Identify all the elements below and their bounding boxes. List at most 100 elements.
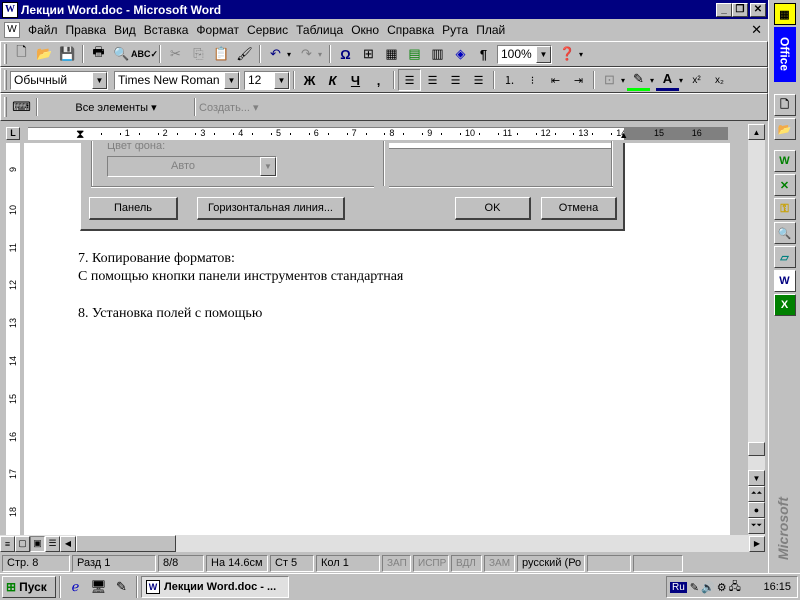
tab-selector-icon[interactable]: L bbox=[6, 127, 20, 140]
drawing-icon[interactable]: ◈ bbox=[449, 43, 472, 65]
ruler-scale[interactable]: 1234567891011121314151617⧗▲151617 bbox=[28, 127, 728, 140]
vertical-ruler-scale[interactable]: 9 10 11 12 13 14 15 16 17 18 bbox=[6, 143, 20, 535]
background-color-select[interactable]: Авто ▼ bbox=[107, 156, 277, 177]
symbol-omega-icon[interactable]: Ω bbox=[334, 43, 357, 65]
scroll-thumb[interactable] bbox=[748, 442, 765, 456]
toolbar-grip[interactable] bbox=[4, 44, 7, 64]
menu-view[interactable]: Вид bbox=[110, 19, 140, 41]
ok-button[interactable]: OK bbox=[455, 197, 531, 220]
excel-app-icon[interactable]: X bbox=[773, 294, 796, 316]
vertical-scrollbar[interactable]: ▲ ▼ ⏶⏶ ● ⏷⏷ bbox=[748, 124, 765, 536]
select-browse-object-icon[interactable]: ● bbox=[748, 502, 765, 518]
restore-button[interactable]: ❐ bbox=[732, 2, 748, 17]
document-icon[interactable]: W bbox=[4, 22, 20, 38]
bulleted-list-icon[interactable]: ⁝ bbox=[521, 69, 544, 91]
outline-view-icon[interactable]: ☰ bbox=[45, 535, 60, 552]
scroll-down-icon[interactable]: ▼ bbox=[748, 470, 765, 486]
create-button[interactable]: Создать... ▾ bbox=[199, 101, 267, 114]
web-layout-icon[interactable]: ▢ bbox=[15, 535, 30, 552]
all-elements-button[interactable]: Все элементы ▾ bbox=[41, 101, 191, 114]
office-label[interactable]: Office bbox=[773, 27, 796, 82]
horizontal-scrollbar[interactable]: ≡ ▢ ▣ ☰ ◀ ▶ bbox=[0, 535, 765, 552]
word-app-icon[interactable]: W bbox=[773, 270, 796, 292]
italic-button[interactable]: К bbox=[321, 69, 344, 91]
menu-file[interactable]: Файл bbox=[24, 19, 62, 41]
doc-close-icon[interactable]: ✕ bbox=[751, 22, 768, 38]
undo-dropdown-icon[interactable]: ▾ bbox=[287, 50, 295, 59]
align-center-icon[interactable]: ☰ bbox=[421, 69, 444, 91]
next-page-icon[interactable]: ⏷⏷ bbox=[748, 518, 765, 534]
new-document-icon[interactable]: 🗋 bbox=[10, 43, 33, 65]
office-logo-icon[interactable]: ▦ bbox=[773, 3, 796, 25]
menu-insert[interactable]: Вставка bbox=[140, 19, 193, 41]
columns-icon[interactable]: ▥ bbox=[426, 43, 449, 65]
toolbar-grip[interactable] bbox=[4, 70, 7, 90]
clock[interactable]: 16:15 bbox=[763, 581, 791, 593]
chevron-down-icon[interactable]: ▼ bbox=[224, 71, 239, 89]
format-painter-icon[interactable]: 🖌 bbox=[233, 43, 256, 65]
minimize-button[interactable]: _ bbox=[716, 2, 732, 17]
menu-edit[interactable]: Правка bbox=[62, 19, 111, 41]
align-justify-icon[interactable]: ☰ bbox=[467, 69, 490, 91]
note-shortcut-icon[interactable]: ▱ bbox=[773, 246, 796, 268]
tables-borders-icon[interactable]: ▦ bbox=[380, 43, 403, 65]
zoom-select[interactable]: 100% ▼ bbox=[497, 44, 552, 64]
start-button[interactable]: ⊞ Пуск bbox=[2, 576, 56, 598]
bold-button[interactable]: Ж bbox=[298, 69, 321, 91]
new-document-shortcut-icon[interactable]: 🗋 bbox=[773, 94, 796, 116]
decrease-indent-icon[interactable]: ⇤ bbox=[544, 69, 567, 91]
previous-page-icon[interactable]: ⏶⏶ bbox=[748, 486, 765, 502]
insert-excel-icon[interactable]: ▤ bbox=[403, 43, 426, 65]
status-overtype[interactable]: ЗАМ bbox=[484, 554, 515, 572]
tray-volume-icon[interactable]: 🔊 bbox=[701, 581, 715, 594]
open-document-shortcut-icon[interactable]: 📂 bbox=[773, 118, 796, 140]
status-extend[interactable]: ВДЛ bbox=[451, 554, 482, 572]
subscript-icon[interactable]: x₂ bbox=[708, 69, 731, 91]
menu-table[interactable]: Таблица bbox=[292, 19, 347, 41]
horizontal-scroll-track[interactable] bbox=[76, 535, 749, 552]
chevron-down-icon[interactable]: ▼ bbox=[274, 71, 289, 89]
panel-button[interactable]: Панель bbox=[89, 197, 178, 220]
indent-marker[interactable]: ⧗ bbox=[76, 128, 84, 140]
quick-launch-icon[interactable]: ✎ bbox=[110, 576, 133, 598]
ie-icon[interactable]: ℯ bbox=[64, 576, 87, 598]
status-record[interactable]: ЗАП bbox=[382, 554, 411, 572]
doc-line-margins[interactable]: 8. Установка полей с помощью bbox=[78, 306, 262, 322]
undo-icon[interactable]: ↶ bbox=[264, 43, 287, 65]
borders-icon[interactable]: ⊡ bbox=[598, 69, 621, 91]
underline-button[interactable]: Ч bbox=[344, 69, 367, 91]
style-select[interactable]: Обычный ▼ bbox=[10, 70, 108, 90]
word-shortcut-icon[interactable]: W bbox=[773, 150, 796, 172]
doc-line-copy-formats[interactable]: 7. Копирование форматов: bbox=[78, 251, 235, 267]
print-icon[interactable]: 🖶 bbox=[87, 43, 110, 65]
more-buttons-icon[interactable]: ▾ bbox=[579, 50, 587, 59]
doc-line-toolbar-button[interactable]: С помощью кнопки панели инструментов ста… bbox=[78, 269, 403, 285]
align-right-icon[interactable]: ☰ bbox=[444, 69, 467, 91]
spelling-icon[interactable]: ABC✓ bbox=[131, 43, 158, 65]
tray-network-icon[interactable]: 🖧 bbox=[729, 578, 741, 597]
menu-help[interactable]: Справка bbox=[383, 19, 438, 41]
search-shortcut-icon[interactable]: 🔍 bbox=[773, 222, 796, 244]
superscript-icon[interactable]: x² bbox=[685, 69, 708, 91]
chevron-down-icon[interactable]: ▼ bbox=[260, 157, 276, 176]
excel-shortcut-icon[interactable]: ✕ bbox=[773, 174, 796, 196]
font-size-select[interactable]: 12 ▼ bbox=[244, 70, 290, 90]
redo-dropdown-icon[interactable]: ▾ bbox=[318, 50, 326, 59]
horizontal-scroll-thumb[interactable] bbox=[76, 535, 176, 552]
scroll-right-icon[interactable]: ▶ bbox=[749, 535, 765, 552]
toolbar-grip[interactable] bbox=[4, 97, 7, 117]
scroll-left-icon[interactable]: ◀ bbox=[60, 535, 76, 552]
normal-view-icon[interactable]: ≡ bbox=[0, 535, 15, 552]
word-doc-icon[interactable]: W bbox=[2, 2, 18, 18]
redo-icon[interactable]: ↷ bbox=[295, 43, 318, 65]
close-button[interactable]: ✕ bbox=[750, 2, 766, 17]
print-layout-icon[interactable]: ▣ bbox=[30, 535, 45, 552]
open-folder-icon[interactable]: 📂 bbox=[33, 43, 56, 65]
menu-ruta[interactable]: Рута bbox=[438, 19, 472, 41]
desktop-icon[interactable]: 🖥 bbox=[87, 576, 110, 598]
language-indicator[interactable]: Ru bbox=[670, 581, 687, 593]
hanging-comma-icon[interactable]: , bbox=[367, 69, 390, 91]
key-shortcut-icon[interactable]: ⚿ bbox=[773, 198, 796, 220]
chevron-down-icon[interactable]: ▼ bbox=[536, 45, 551, 63]
numbered-list-icon[interactable]: ⒈ bbox=[498, 69, 521, 91]
